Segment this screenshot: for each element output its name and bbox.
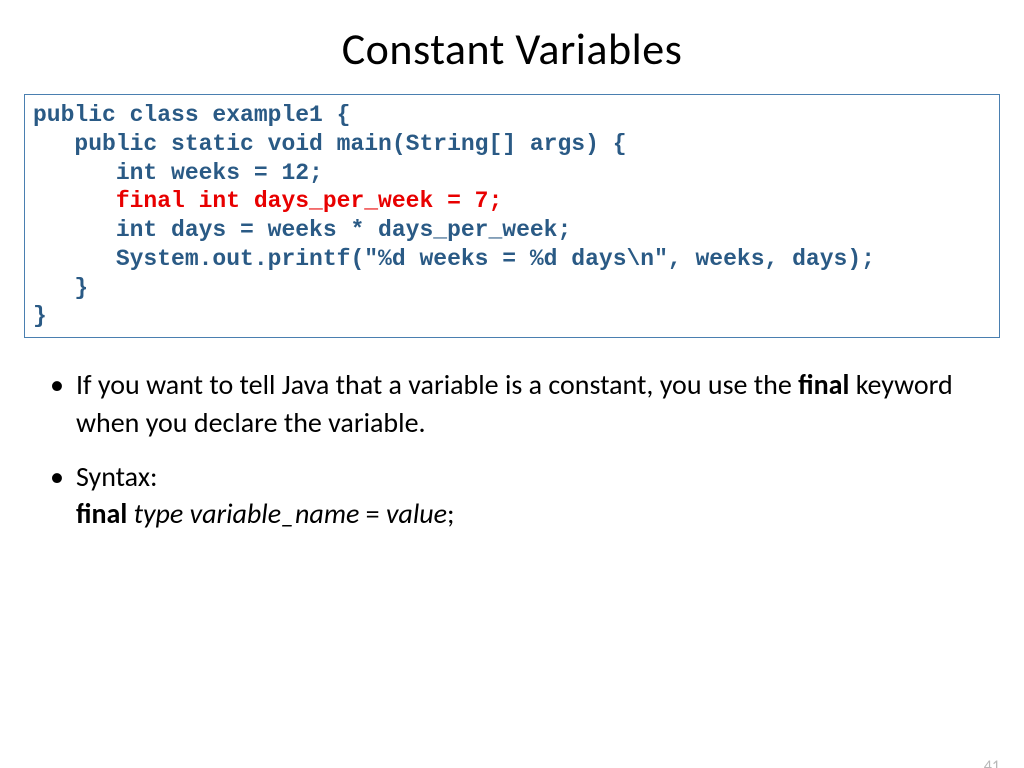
code-line: int days = weeks * days_per_week; (33, 216, 991, 245)
syntax-value: value (386, 496, 447, 531)
bullet-text: If you want to tell Java that a variable… (76, 367, 798, 402)
code-line: public static void main(String[] args) { (33, 130, 991, 159)
code-line-highlighted: final int days_per_week = 7; (33, 187, 991, 216)
syntax-semicolon: ; (447, 496, 455, 531)
keyword-final: final (76, 496, 127, 531)
code-example-box: public class example1 { public static vo… (24, 94, 1000, 338)
bullet-item: Syntax: final type variable_name = value… (48, 458, 976, 534)
slide-title: Constant Variables (0, 22, 1024, 76)
page-number: 41 (984, 757, 1000, 768)
code-line: } (33, 274, 991, 303)
bullet-list: If you want to tell Java that a variable… (48, 366, 976, 533)
code-line: System.out.printf("%d weeks = %d days\n"… (33, 245, 991, 274)
code-line: } (33, 302, 991, 331)
slide: Constant Variables public class example1… (0, 22, 1024, 768)
syntax-type-var: type variable_name (134, 496, 360, 531)
keyword-final: final (798, 367, 849, 402)
code-line: public class example1 { (33, 101, 991, 130)
syntax-equals: = (359, 496, 386, 531)
bullet-item: If you want to tell Java that a variable… (48, 366, 976, 442)
syntax-label: Syntax: (76, 459, 157, 494)
code-line: int weeks = 12; (33, 159, 991, 188)
